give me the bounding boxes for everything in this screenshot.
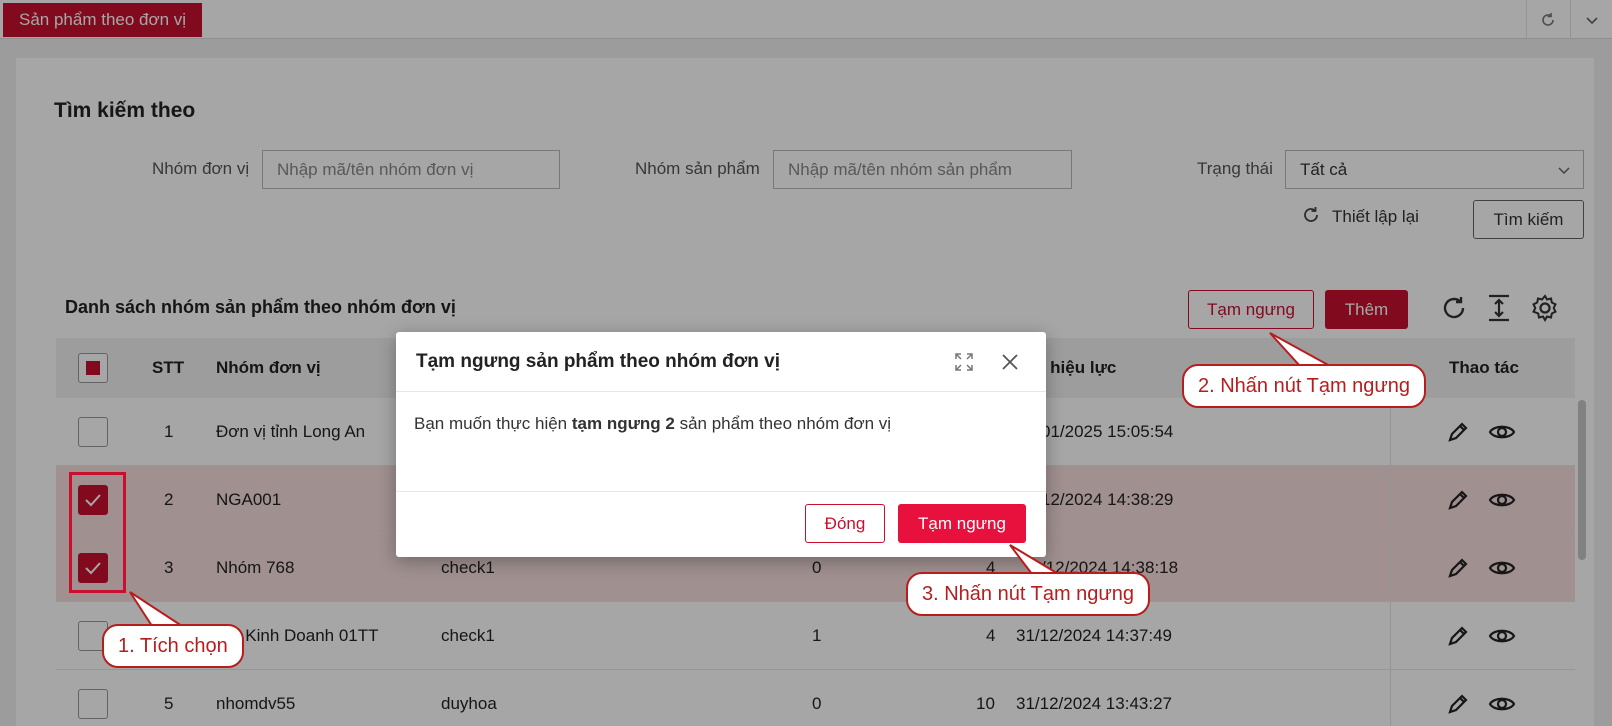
message-prefix: Bạn muốn thực hiện xyxy=(414,414,572,433)
dialog-footer: Đóng Tạm ngưng xyxy=(396,491,1046,557)
callout-step-2: 2. Nhấn nút Tạm ngưng xyxy=(1182,364,1427,408)
expand-icon[interactable] xyxy=(954,352,974,377)
message-highlight: tạm ngưng 2 xyxy=(571,414,675,433)
dialog-header: Tạm ngưng sản phẩm theo nhóm đơn vị xyxy=(396,332,1046,392)
selection-highlight xyxy=(69,472,126,593)
callout-step-3: 3. Nhấn nút Tạm ngưng xyxy=(906,572,1151,616)
confirm-suspend-button[interactable]: Tạm ngưng xyxy=(898,504,1026,543)
dialog-title: Tạm ngưng sản phẩm theo nhóm đơn vị xyxy=(416,351,780,372)
close-icon[interactable] xyxy=(1000,352,1020,377)
callout-step-1: 1. Tích chọn xyxy=(102,624,244,668)
message-suffix: sản phẩm theo nhóm đơn vị xyxy=(674,414,892,433)
dialog-message: Bạn muốn thực hiện tạm ngưng 2 sản phẩm … xyxy=(414,414,891,434)
suspend-confirm-dialog: Tạm ngưng sản phẩm theo nhóm đơn vị Bạn … xyxy=(396,332,1046,557)
close-button[interactable]: Đóng xyxy=(805,504,885,543)
